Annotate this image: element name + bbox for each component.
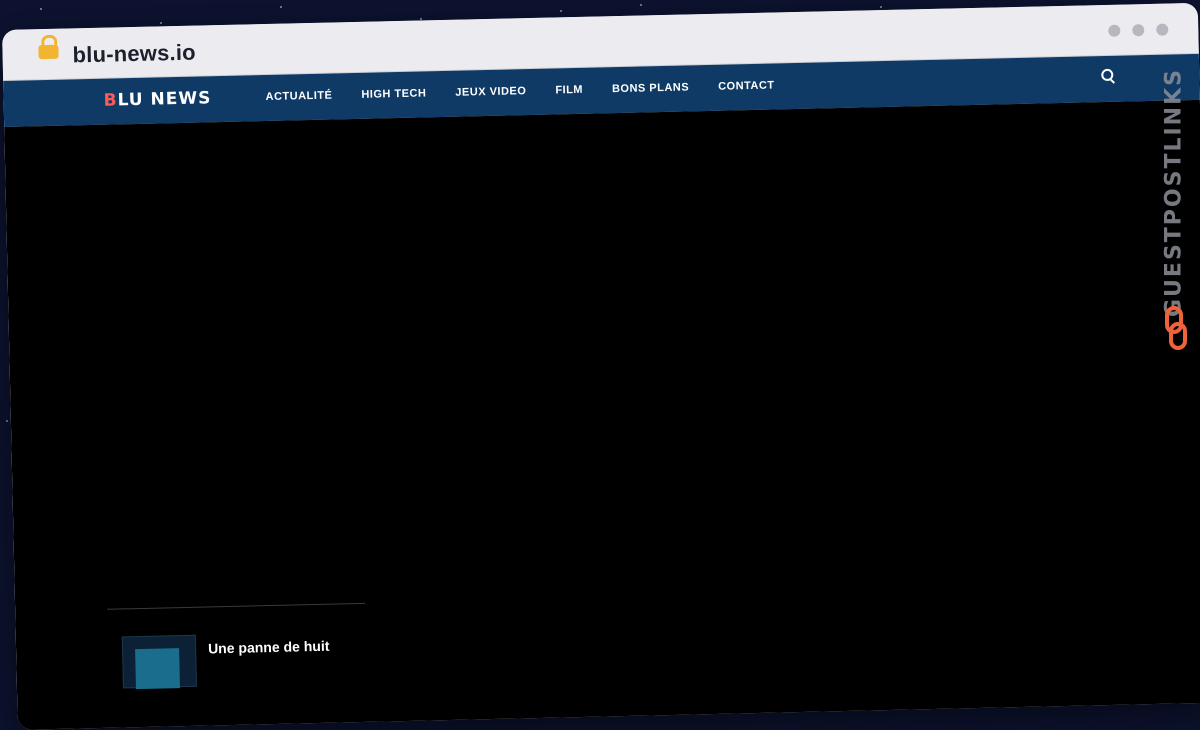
thumbnail-image	[135, 648, 180, 690]
article-thumbnail[interactable]	[121, 634, 197, 690]
star	[640, 4, 642, 6]
watermark-text: GUESTPOSTLINKS	[1161, 68, 1187, 317]
guestpostlinks-watermark: GUESTPOSTLINKS	[1162, 60, 1192, 360]
address-bar-url[interactable]: blu-news.io	[72, 40, 196, 69]
star	[880, 6, 882, 8]
site-logo[interactable]: BLU NEWS	[103, 88, 211, 110]
star	[6, 420, 8, 422]
nav-item-high-tech[interactable]: HIGH TECH	[361, 87, 426, 100]
article-title-link[interactable]: Une panne de huit	[208, 638, 330, 657]
search-icon[interactable]	[1101, 69, 1115, 83]
lock-icon	[38, 44, 59, 60]
star	[40, 8, 42, 10]
star	[160, 22, 162, 24]
window-controls	[1108, 23, 1169, 37]
window-dot-icon[interactable]	[1108, 24, 1121, 37]
page-content: Une panne de huit	[4, 99, 1200, 730]
link-chain-icon	[1165, 306, 1187, 350]
logo-first-letter: B	[103, 90, 118, 111]
logo-rest: LU NEWS	[117, 88, 212, 111]
browser-window: blu-news.io BLU NEWS ACTUALITÉ HIGH TECH…	[2, 2, 1200, 730]
nav-item-actualite[interactable]: ACTUALITÉ	[265, 90, 332, 104]
section-divider	[107, 602, 366, 610]
star	[560, 10, 562, 12]
window-dot-icon[interactable]	[1132, 24, 1145, 37]
main-menu: ACTUALITÉ HIGH TECH JEUX VIDEO FILM BONS…	[265, 79, 774, 103]
nav-item-jeux-video[interactable]: JEUX VIDEO	[455, 85, 526, 99]
nav-item-contact[interactable]: CONTACT	[718, 79, 775, 92]
window-dot-icon[interactable]	[1156, 23, 1169, 36]
star	[280, 6, 282, 8]
nav-item-bons-plans[interactable]: BONS PLANS	[612, 81, 689, 95]
nav-item-film[interactable]: FILM	[555, 84, 583, 97]
